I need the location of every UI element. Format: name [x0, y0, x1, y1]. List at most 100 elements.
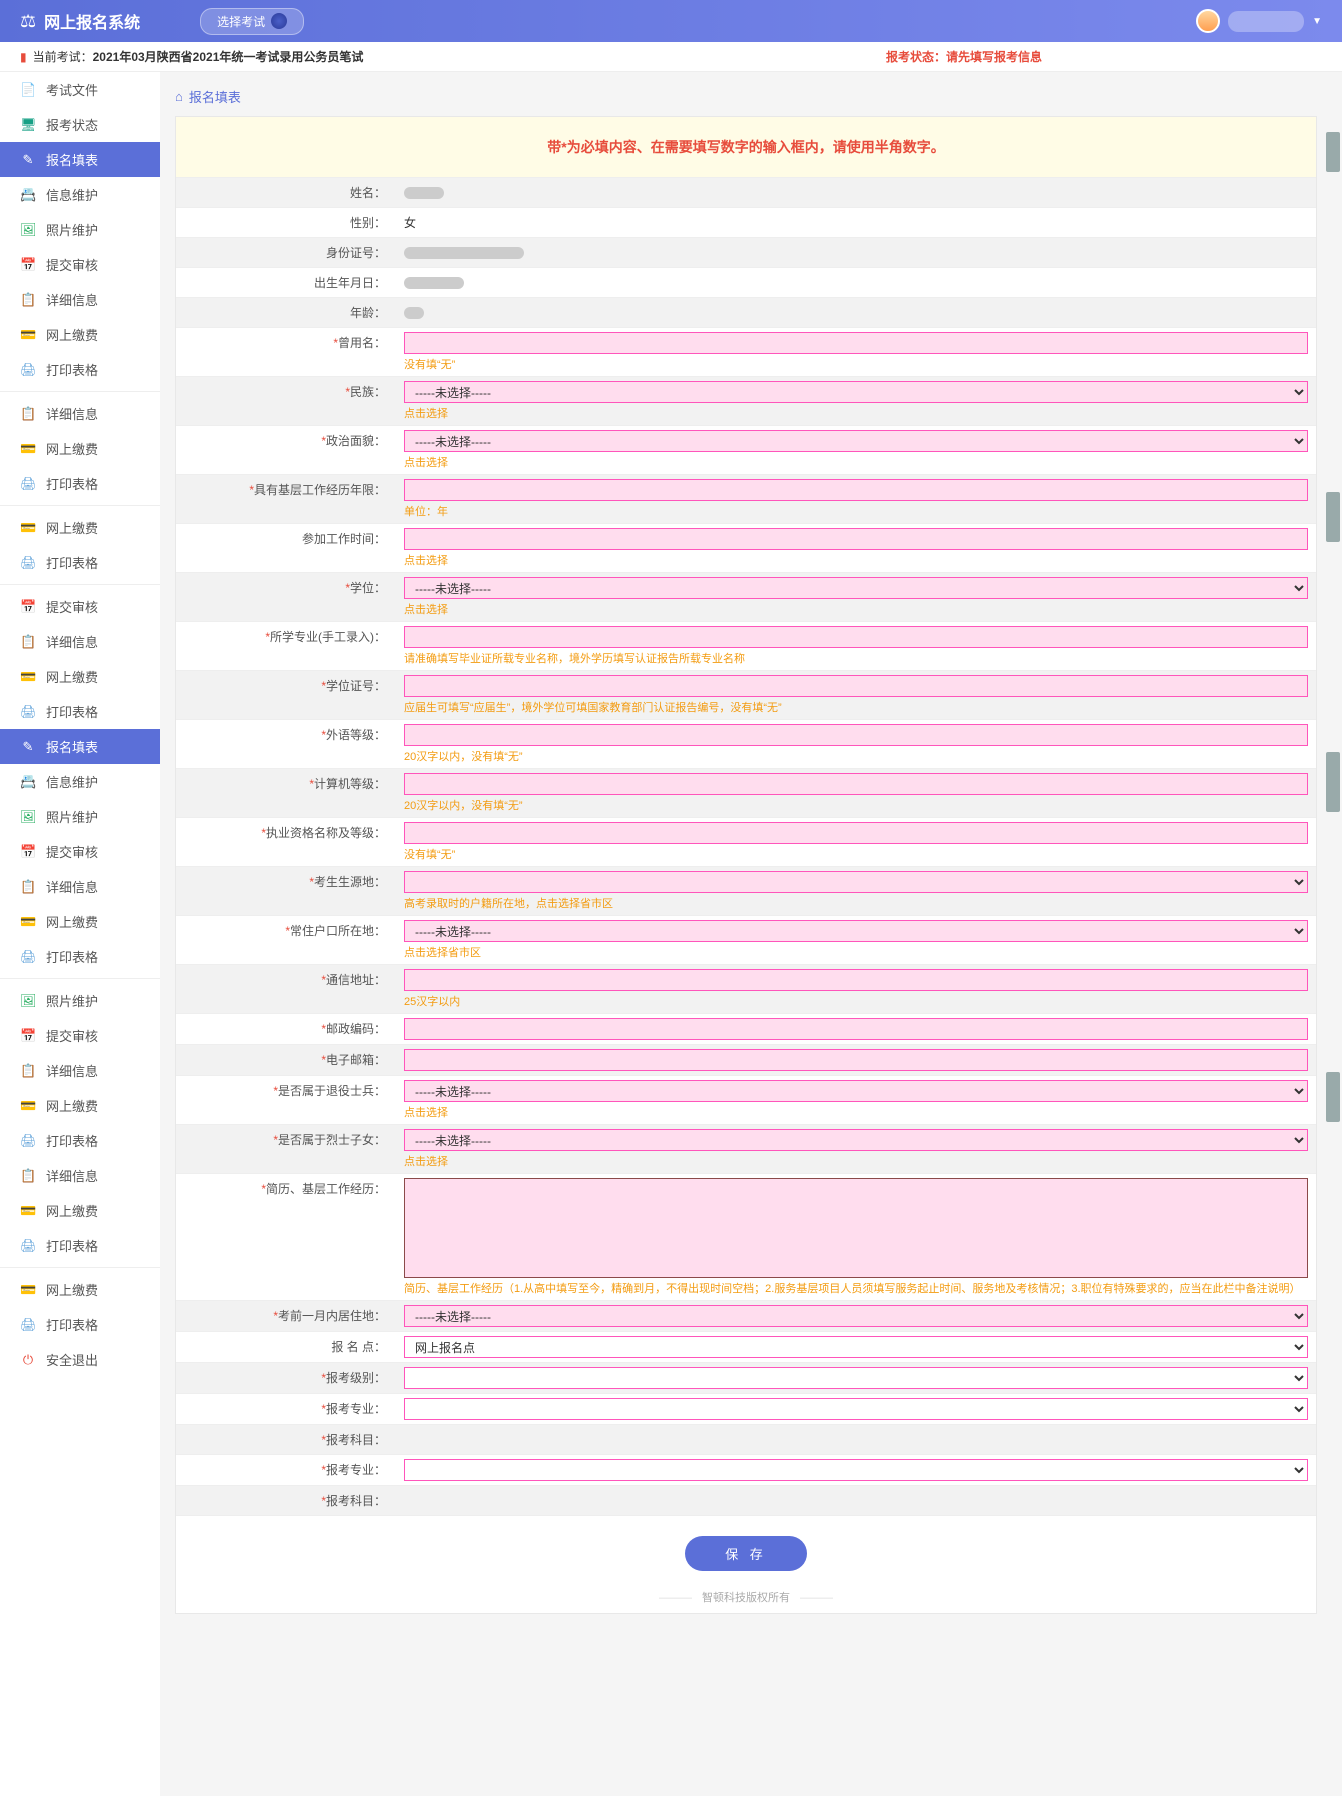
sidebar-item-11[interactable]: 💳网上缴费	[0, 431, 160, 466]
select-exam-button[interactable]: 选择考试	[200, 8, 304, 35]
footer-copyright: 智顿科技版权所有	[176, 1581, 1316, 1613]
sidebar-item-20[interactable]: 🖨打印表格	[0, 694, 160, 729]
menu-label: 照片维护	[46, 220, 98, 239]
sidebar-item-30[interactable]: 📅 提交审核	[0, 1018, 160, 1053]
menu-label: 网上缴费	[46, 1201, 98, 1220]
select-input[interactable]	[404, 1398, 1308, 1420]
form-value	[396, 298, 1316, 327]
form-value	[396, 1486, 1316, 1515]
menu-label: 提交审核	[46, 1026, 98, 1045]
sidebar-item-19[interactable]: 💳网上缴费	[0, 659, 160, 694]
sidebar-item-17[interactable]: 📅提交审核	[0, 589, 160, 624]
menu-label: 安全退出	[46, 1350, 98, 1369]
text-input[interactable]	[404, 969, 1308, 991]
menu-icon: 🖨	[20, 1238, 36, 1254]
text-input[interactable]	[404, 822, 1308, 844]
avatar[interactable]	[1196, 9, 1220, 33]
chevron-down-icon[interactable]: ▼	[1312, 16, 1322, 27]
sidebar-item-7[interactable]: 💳网上缴费	[0, 317, 160, 352]
sidebar-item-3[interactable]: 📇信息维护	[0, 177, 160, 212]
menu-label: 照片维护	[46, 991, 98, 1010]
sidebar-item-18[interactable]: 📋详细信息	[0, 624, 160, 659]
sidebar-item-0[interactable]: 📄考试文件	[0, 72, 160, 107]
sidebar-item-27[interactable]: 🖨打印表格	[0, 939, 160, 974]
form-label: *报考科目：	[176, 1425, 396, 1454]
sidebar-item-36[interactable]: 🖨打印表格	[0, 1228, 160, 1263]
sidebar-item-38[interactable]: 💳网上缴费	[0, 1272, 160, 1307]
text-input[interactable]	[404, 626, 1308, 648]
sidebar-item-12[interactable]: 🖨打印表格	[0, 466, 160, 501]
select-input[interactable]	[404, 1459, 1308, 1481]
date-input[interactable]	[404, 528, 1308, 550]
sidebar-item-39[interactable]: 🖨打印表格	[0, 1307, 160, 1342]
form-value: 简历、基层工作经历（1.从高中填写至今，精确到月，不得出现时间空档；2.服务基层…	[396, 1174, 1316, 1300]
select-input[interactable]: -----未选择-----	[404, 920, 1308, 942]
form-value	[396, 1394, 1316, 1424]
sidebar-item-5[interactable]: 📅提交审核	[0, 247, 160, 282]
text-input[interactable]	[404, 1018, 1308, 1040]
sidebar-item-4[interactable]: 🖼 照片维护	[0, 212, 160, 247]
menu-icon: 📅	[20, 844, 36, 860]
form-label: *执业资格名称及等级：	[176, 818, 396, 866]
menu-icon: 💳	[20, 669, 36, 685]
sidebar-item-29[interactable]: 🖼照片维护	[0, 983, 160, 1018]
menu-label: 照片维护	[46, 807, 98, 826]
select-input[interactable]: -----未选择-----	[404, 1305, 1308, 1327]
form-value: -----未选择-----点击选择	[396, 377, 1316, 425]
select-input[interactable]: -----未选择-----	[404, 430, 1308, 452]
select-exam-label: 选择考试	[217, 13, 265, 30]
current-exam-name: 2021年03月陕西省2021年统一考试录用公务员笔试	[93, 48, 364, 65]
select-input[interactable]: -----未选择-----	[404, 381, 1308, 403]
breadcrumb-title: 报名填表	[189, 87, 241, 106]
menu-icon: 🖼	[20, 222, 36, 238]
sidebar-item-8[interactable]: 🖨打印表格	[0, 352, 160, 387]
menu-icon: 🖨	[20, 949, 36, 965]
select-input[interactable]: -----未选择-----	[404, 1080, 1308, 1102]
sidebar-item-25[interactable]: 📋详细信息	[0, 869, 160, 904]
sidebar-item-23[interactable]: 🖼 照片维护	[0, 799, 160, 834]
menu-icon: 📅	[20, 1028, 36, 1044]
select-input[interactable]: -----未选择-----	[404, 577, 1308, 599]
sidebar-item-14[interactable]: 💳网上缴费	[0, 510, 160, 545]
sidebar-item-6[interactable]: 📋 详细信息	[0, 282, 160, 317]
sidebar-item-21[interactable]: ✎报名填表	[0, 729, 160, 764]
text-input[interactable]	[404, 332, 1308, 354]
sidebar-item-1[interactable]: 🖥报考状态	[0, 107, 160, 142]
sidebar-item-24[interactable]: 📅提交审核	[0, 834, 160, 869]
menu-icon: 📋	[20, 292, 36, 308]
menu-icon: 🖼	[20, 809, 36, 825]
sidebar-item-26[interactable]: 💳网上缴费	[0, 904, 160, 939]
form-label: 参加工作时间：	[176, 524, 396, 572]
textarea-input[interactable]	[404, 1178, 1308, 1278]
save-button[interactable]: 保 存	[685, 1536, 807, 1571]
sidebar-item-31[interactable]: 📋详细信息	[0, 1053, 160, 1088]
text-input[interactable]	[404, 773, 1308, 795]
form-label: *考前一月内居住地：	[176, 1301, 396, 1331]
sidebar-item-10[interactable]: 📋详细信息	[0, 396, 160, 431]
sidebar-item-2[interactable]: ✎报名填表	[0, 142, 160, 177]
sidebar-item-35[interactable]: 💳网上缴费	[0, 1193, 160, 1228]
text-input[interactable]	[404, 724, 1308, 746]
select-input[interactable]	[404, 871, 1308, 893]
text-input[interactable]	[404, 1049, 1308, 1071]
form-label: *政治面貌：	[176, 426, 396, 474]
menu-icon: ⏻	[20, 1352, 36, 1368]
select-input[interactable]: -----未选择-----	[404, 1129, 1308, 1151]
select-input[interactable]	[404, 1367, 1308, 1389]
select-input[interactable]: 网上报名点	[404, 1336, 1308, 1358]
sidebar-item-15[interactable]: 🖨打印表格	[0, 545, 160, 580]
form-value	[396, 1455, 1316, 1485]
menu-icon: 📋	[20, 1063, 36, 1079]
sidebar-item-22[interactable]: 📇信息维护	[0, 764, 160, 799]
sidebar-item-40[interactable]: ⏻ 安全退出	[0, 1342, 160, 1377]
scrollbar[interactable]	[1326, 72, 1340, 1796]
sidebar-item-32[interactable]: 💳网上缴费	[0, 1088, 160, 1123]
menu-label: 详细信息	[46, 290, 98, 309]
form-label: 身份证号：	[176, 238, 396, 267]
form-label: *是否属于烈士子女：	[176, 1125, 396, 1173]
text-input[interactable]	[404, 479, 1308, 501]
sidebar-item-33[interactable]: 🖨打印表格	[0, 1123, 160, 1158]
form-value: 点击选择	[396, 524, 1316, 572]
text-input[interactable]	[404, 675, 1308, 697]
sidebar-item-34[interactable]: 📋详细信息	[0, 1158, 160, 1193]
